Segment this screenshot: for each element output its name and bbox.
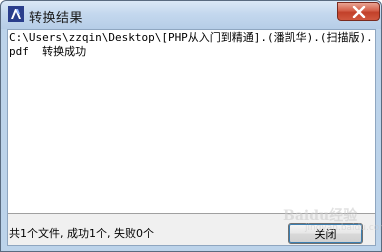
window-title: 转换结果 xyxy=(29,11,84,26)
window-close-button[interactable] xyxy=(337,2,380,21)
app-logo-icon xyxy=(8,6,24,22)
result-log-textarea[interactable]: C:\Users\zzqin\Desktop\[PHP从入门到精通].(潘凯华)… xyxy=(8,30,375,214)
close-icon xyxy=(352,6,366,18)
title-bar[interactable]: 转换结果 xyxy=(1,1,381,29)
close-dialog-button[interactable]: 关闭 xyxy=(288,223,363,244)
summary-status-text: 共1个文件, 成功1个, 失败0个 xyxy=(9,227,154,240)
convert-result-window: 转换结果 C:\Users\zzqin\Desktop\[PHP从入门到精通].… xyxy=(0,0,382,252)
dialog-body: C:\Users\zzqin\Desktop\[PHP从入门到精通].(潘凯华)… xyxy=(7,29,376,246)
